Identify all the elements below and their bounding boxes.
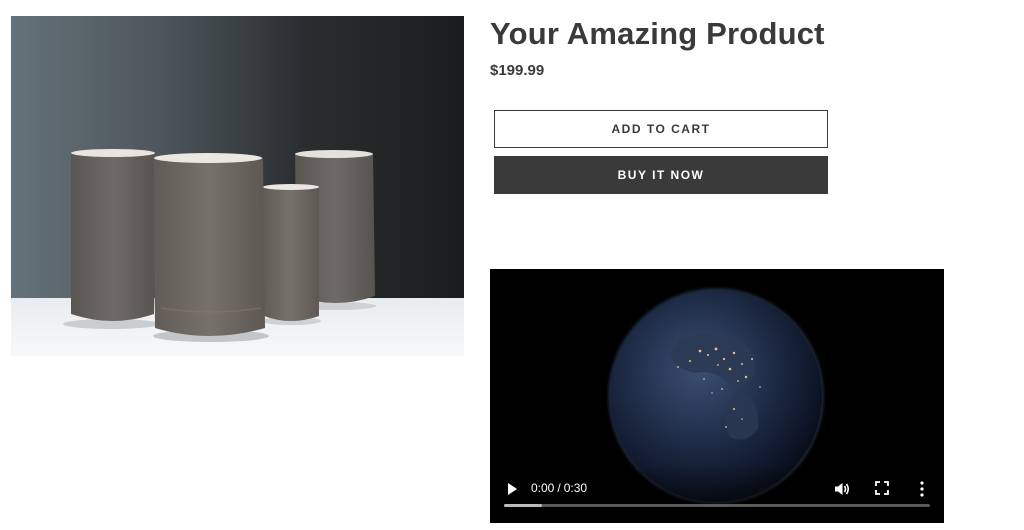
play-icon[interactable]: [504, 481, 520, 497]
video-progress-fill: [504, 504, 543, 507]
volume-icon[interactable]: [833, 480, 851, 498]
video-controls: 0:00/0:30: [490, 463, 944, 523]
video-time-display: 0:00/0:30: [531, 481, 587, 495]
time-separator: /: [557, 481, 561, 495]
product-image[interactable]: [11, 16, 464, 356]
product-page: Your Amazing Product $199.99 ADD TO CART…: [0, 0, 1024, 530]
video-player[interactable]: 0:00/0:30: [490, 269, 944, 523]
video-progress-bar[interactable]: [504, 504, 930, 507]
fullscreen-icon[interactable]: [874, 480, 890, 496]
duration: 0:30: [563, 481, 588, 495]
current-time: 0:00: [531, 481, 555, 495]
ceramic-vases-image: [11, 16, 464, 356]
more-options-icon[interactable]: [918, 480, 926, 498]
buy-now-button[interactable]: BUY IT NOW: [494, 156, 828, 194]
add-to-cart-button[interactable]: ADD TO CART: [494, 110, 828, 148]
product-title: Your Amazing Product: [490, 16, 825, 51]
product-price: $199.99: [490, 62, 545, 79]
